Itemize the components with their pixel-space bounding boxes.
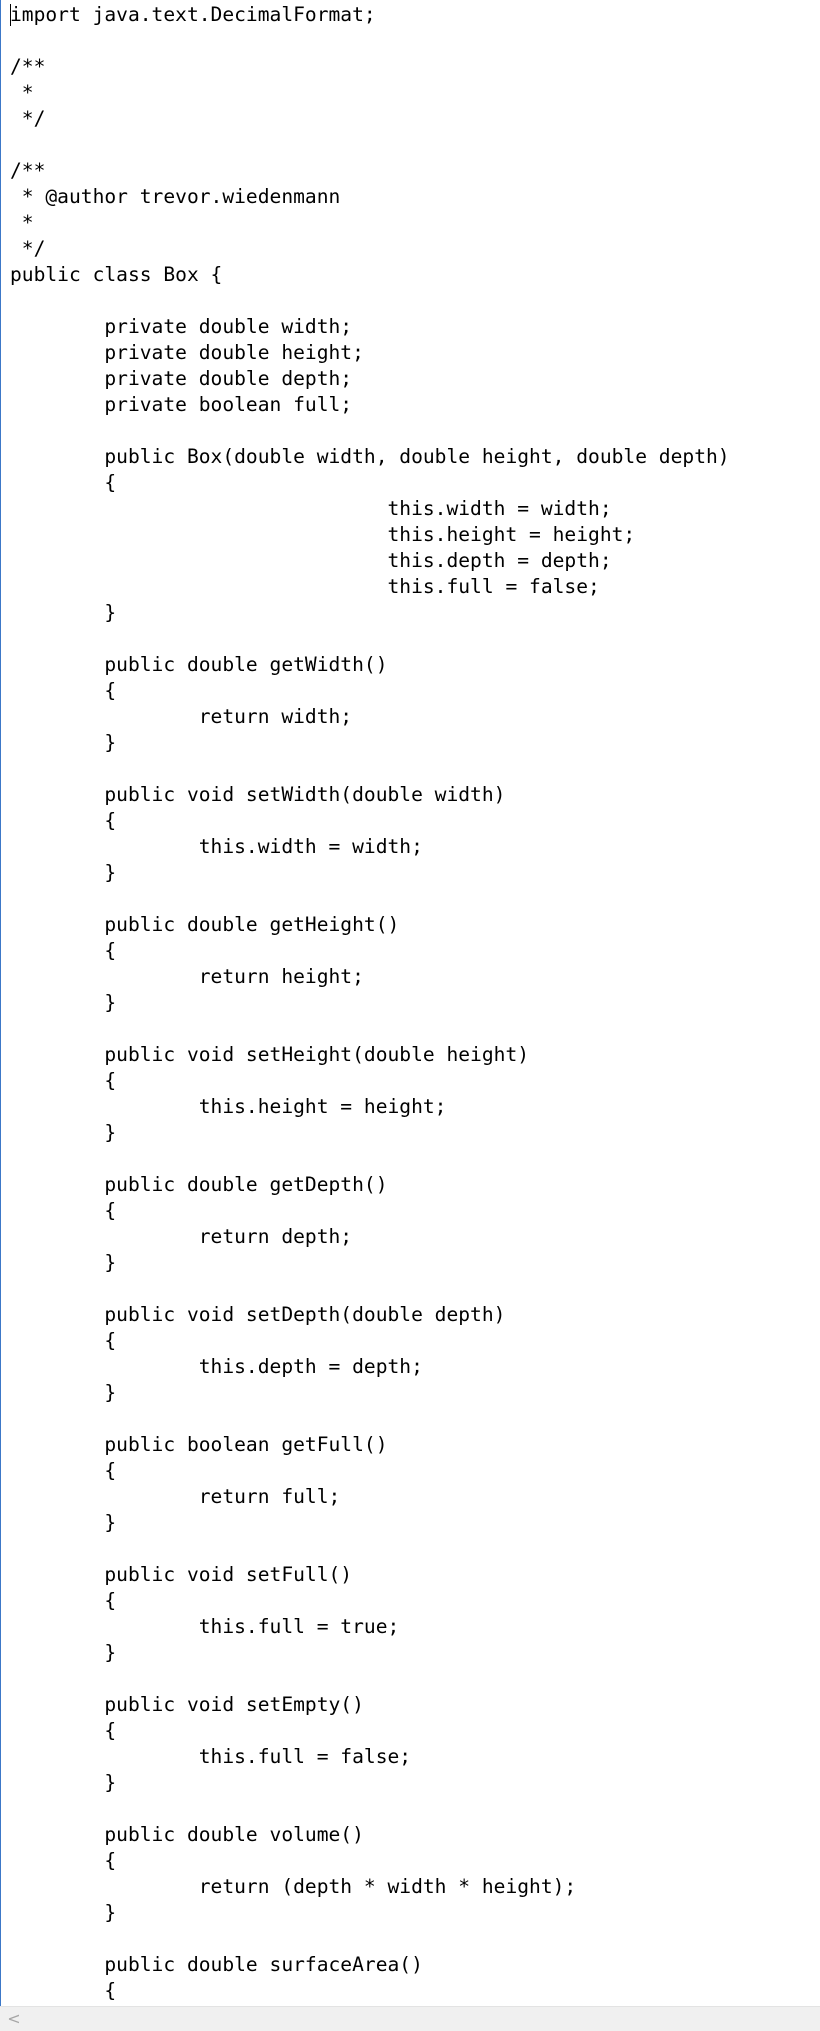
code-line: public boolean getFull(): [10, 1433, 388, 1456]
code-line: private double width;: [10, 315, 353, 338]
code-line: private boolean full;: [10, 393, 353, 416]
code-line: }: [10, 601, 117, 624]
code-line: return width;: [10, 705, 353, 728]
code-line: {: [10, 471, 117, 494]
code-line: public double volume(): [10, 1823, 364, 1846]
code-line: /**: [10, 159, 46, 182]
code-line: this.width = width;: [10, 835, 423, 858]
code-line: {: [10, 1069, 117, 1092]
code-line: }: [10, 991, 117, 1014]
code-line: *: [10, 211, 34, 234]
code-line: public double surfaceArea(): [10, 1953, 423, 1976]
code-line: public void setWidth(double width): [10, 783, 506, 806]
code-line: {: [10, 1329, 117, 1352]
code-line: this.width = width;: [10, 497, 612, 520]
code-line: }: [10, 1381, 117, 1404]
code-line: }: [10, 1901, 117, 1924]
code-line: {: [10, 679, 117, 702]
code-line: public double getHeight(): [10, 913, 400, 936]
code-line: {: [10, 1589, 117, 1612]
code-line: private double height;: [10, 341, 364, 364]
code-line: }: [10, 1641, 117, 1664]
code-line: this.depth = depth;: [10, 549, 612, 572]
code-line: public double getWidth(): [10, 653, 388, 676]
code-line: }: [10, 1121, 117, 1144]
code-line: {: [10, 1719, 117, 1742]
chevron-left-icon[interactable]: <: [6, 2009, 22, 2029]
code-line: private double depth;: [10, 367, 353, 390]
code-line: {: [10, 1849, 117, 1872]
code-editor[interactable]: import java.text.DecimalFormat; /** * */ /…: [0, 0, 820, 2006]
code-line: }: [10, 861, 117, 884]
code-line: public void setEmpty(): [10, 1693, 364, 1716]
code-line: */: [10, 107, 46, 130]
code-line: public void setHeight(double height): [10, 1043, 530, 1066]
code-line: this.full = false;: [10, 1745, 412, 1768]
code-line: {: [10, 939, 117, 962]
code-line: this.height = height;: [10, 523, 636, 546]
code-line: return depth;: [10, 1225, 353, 1248]
code-line: {: [10, 809, 117, 832]
code-line: /**: [10, 55, 46, 78]
code-line: *: [10, 81, 34, 104]
code-line: }: [10, 1511, 117, 1534]
code-line: public class Box {: [10, 263, 223, 286]
code-line: this.depth = depth;: [10, 1355, 423, 1378]
code-line: {: [10, 1459, 117, 1482]
code-line: return (depth * width * height);: [10, 1875, 577, 1898]
code-line: return full;: [10, 1485, 341, 1508]
code-line: */: [10, 237, 46, 260]
code-line: }: [10, 1771, 117, 1794]
code-line: }: [10, 1251, 117, 1274]
code-line: {: [10, 1979, 117, 2002]
code-line: public void setFull(): [10, 1563, 353, 1586]
code-line: this.full = true;: [10, 1615, 400, 1638]
code-line: public Box(double width, double height, …: [10, 445, 730, 468]
code-line: * @author trevor.wiedenmann: [10, 185, 341, 208]
code-line: public double getDepth(): [10, 1173, 388, 1196]
code-line: return height;: [10, 965, 364, 988]
code-line: this.height = height;: [10, 1095, 447, 1118]
code-line: this.full = false;: [10, 575, 600, 598]
horizontal-scrollbar[interactable]: <: [0, 2006, 820, 2031]
code-line: public void setDepth(double depth): [10, 1303, 506, 1326]
code-line: {: [10, 1199, 117, 1222]
code-line: import java.text.DecimalFormat;: [10, 3, 376, 26]
code-line: }: [10, 731, 117, 754]
code-text-area[interactable]: import java.text.DecimalFormat; /** * */ /…: [10, 2, 730, 2004]
